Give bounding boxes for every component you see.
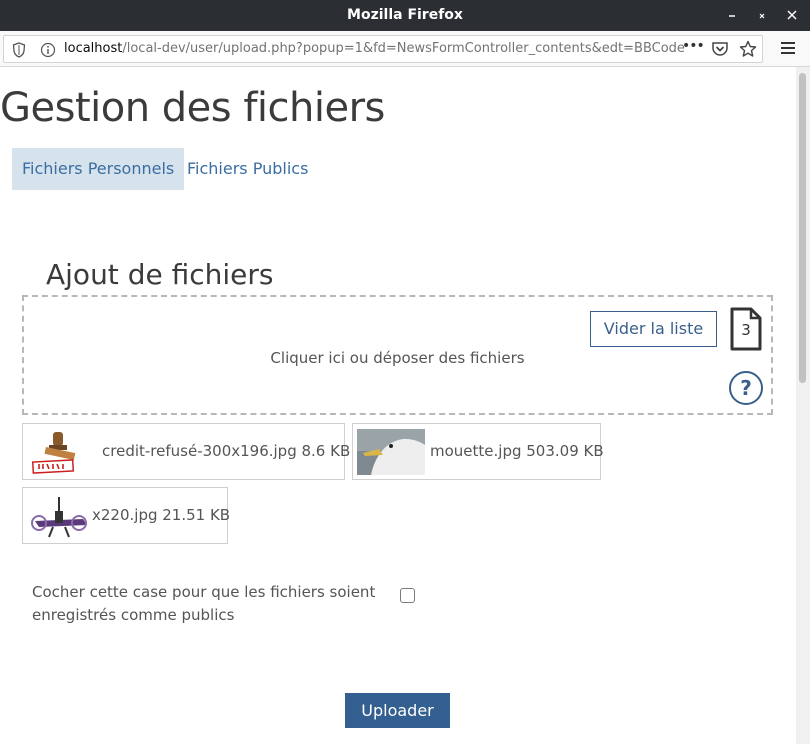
menu-icon[interactable]: [780, 41, 796, 55]
dropzone-text: Cliquer ici ou déposer des fichiers: [270, 349, 525, 367]
file-name: mouette.jpg 503.09 KB: [430, 442, 604, 460]
window-title: Mozilla Firefox: [347, 7, 463, 23]
file-item[interactable]: x220.jpg 21.51 KB: [22, 487, 231, 544]
info-icon[interactable]: [40, 42, 56, 58]
section-title: Ajout de fichiers: [46, 258, 274, 291]
file-item[interactable]: credit-refusé-300x196.jpg 8.6 KB: [22, 423, 350, 480]
url-host: localhost: [64, 41, 123, 56]
page-title: Gestion des fichiers: [0, 85, 385, 131]
public-checkbox-label: Cocher cette case pour que les fichiers …: [32, 583, 376, 624]
upload-button[interactable]: Uploader: [345, 693, 450, 728]
close-icon[interactable]: [782, 6, 802, 24]
url-path: /local-dev/user/upload.php?popup=1&fd=Ne…: [122, 41, 685, 56]
window-titlebar: Mozilla Firefox: [0, 0, 810, 31]
tab-public-files[interactable]: Fichiers Publics: [177, 148, 318, 190]
file-count: 3: [741, 321, 751, 339]
clear-list-button[interactable]: Vider la liste: [590, 311, 717, 347]
stamp-refuse-thumbnail: [27, 429, 95, 475]
file-count-badge: 3: [729, 307, 763, 351]
minimize-icon[interactable]: [722, 6, 742, 24]
tab-personal-files[interactable]: Fichiers Personnels: [12, 148, 185, 190]
seagull-thumbnail: [357, 429, 425, 475]
tracking-shield-icon[interactable]: [12, 42, 26, 58]
file-name: credit-refusé-300x196.jpg 8.6 KB: [102, 442, 351, 460]
url-bar[interactable]: localhost/local-dev/user/upload.php?popu…: [3, 35, 763, 63]
pocket-icon[interactable]: [711, 41, 729, 57]
public-checkbox[interactable]: [400, 588, 415, 603]
restore-icon[interactable]: [752, 6, 772, 24]
file-name: x220.jpg 21.51 KB: [92, 506, 231, 524]
file-dropzone[interactable]: Cliquer ici ou déposer des fichiers Vide…: [22, 295, 773, 415]
url-text[interactable]: localhost/local-dev/user/upload.php?popu…: [64, 41, 685, 56]
bookmark-star-icon[interactable]: [739, 40, 757, 58]
navigation-toolbar: localhost/local-dev/user/upload.php?popu…: [0, 31, 810, 67]
help-button[interactable]: ?: [729, 371, 763, 405]
page-actions-icon[interactable]: •••: [682, 38, 705, 54]
file-item[interactable]: mouette.jpg 503.09 KB: [352, 423, 604, 480]
drone-thumbnail: [27, 493, 95, 539]
page-scrollbar[interactable]: [796, 67, 810, 744]
scrollbar-thumb[interactable]: [799, 73, 806, 383]
